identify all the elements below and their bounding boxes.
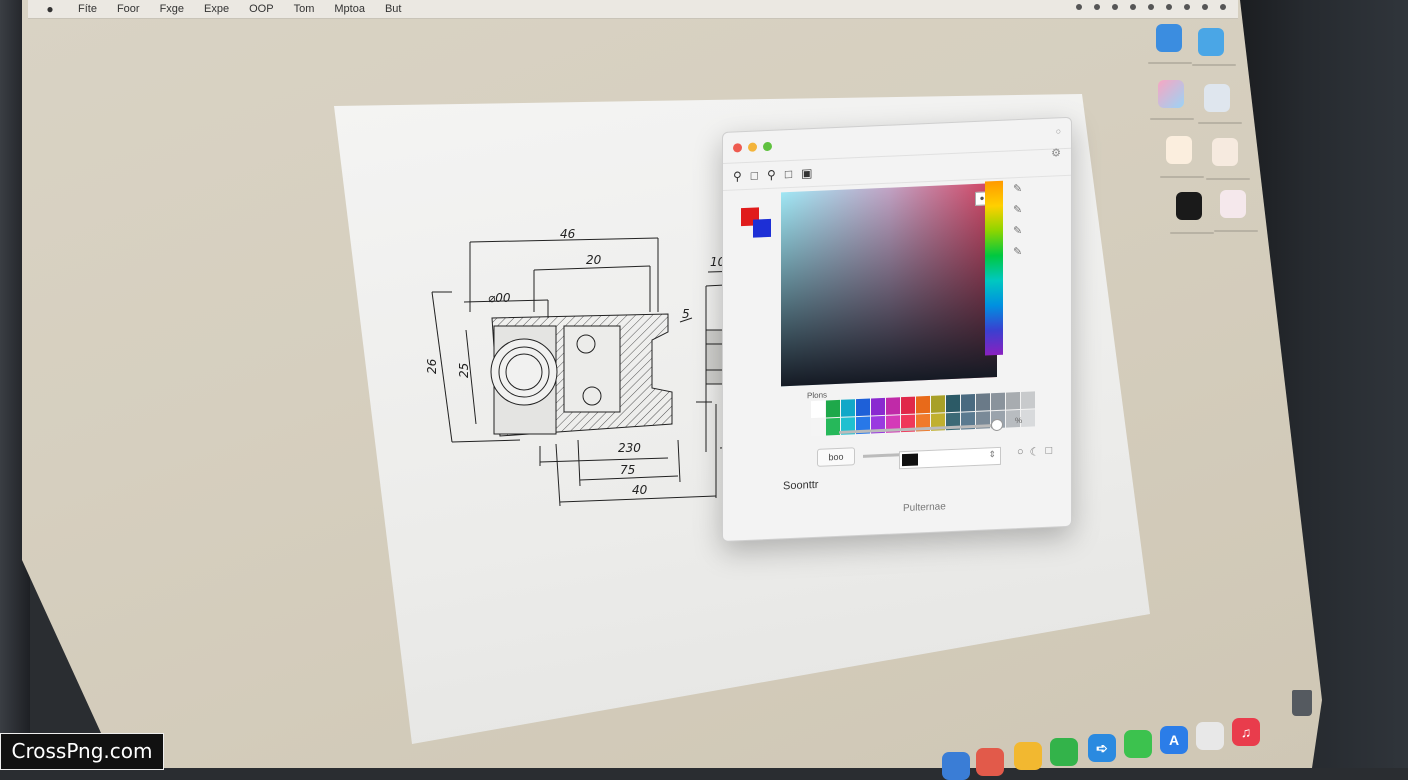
color-picker-window[interactable]: ○ ⚲ □ ⚲ □ ▣ ⚙ ● ✎ ✎ ✎ ✎ Plons % boo ⇕ ○ …: [722, 116, 1072, 542]
music-icon[interactable]: ♫: [1232, 718, 1260, 746]
color-swatch[interactable]: [976, 393, 990, 411]
color-swatch[interactable]: [991, 392, 1005, 411]
color-action-icons: ○ ☾ □: [1017, 445, 1052, 460]
desktop-icon-label: [1150, 118, 1194, 120]
app-icon[interactable]: [1050, 738, 1078, 766]
menu-item-help[interactable]: But: [385, 3, 402, 15]
watermark: CrossPng.com: [0, 733, 164, 770]
minimize-button[interactable]: [748, 141, 757, 152]
pencil-icon[interactable]: ✎: [1013, 182, 1022, 195]
terminal-desktop-icon[interactable]: [1176, 192, 1202, 220]
tool-icons-column: ✎ ✎ ✎ ✎: [1013, 182, 1022, 258]
menu-item-layer[interactable]: Expe: [204, 3, 229, 15]
menu-item-image[interactable]: Fxge: [160, 3, 184, 15]
marker-icon[interactable]: ✎: [1013, 245, 1022, 258]
desktop-icon-label: [1198, 122, 1242, 124]
status-icon[interactable]: [1094, 4, 1100, 10]
palette-label: Plons: [807, 390, 828, 401]
color-swatch[interactable]: [1006, 391, 1020, 410]
color-swatch[interactable]: [886, 397, 900, 415]
opacity-value-field[interactable]: boo: [817, 447, 855, 467]
menu-status-icons: [1076, 4, 1226, 10]
desktop-icon-label: [1160, 176, 1204, 178]
color-swatch[interactable]: [826, 417, 840, 436]
hue-slider[interactable]: [985, 180, 1003, 356]
color-swatch[interactable]: [811, 400, 825, 419]
square-select-icon[interactable]: □: [751, 168, 758, 182]
zoom-button[interactable]: [763, 141, 772, 151]
folder-desktop-icon[interactable]: [1198, 28, 1224, 56]
export-icon[interactable]: ▣: [801, 166, 812, 180]
color-value-field[interactable]: ⇕: [899, 446, 1001, 470]
status-icon[interactable]: [1202, 4, 1208, 10]
dock: ➪ A ♫: [928, 712, 1308, 780]
app-icon[interactable]: [976, 748, 1004, 776]
color-swatch[interactable]: [901, 396, 915, 415]
app-icon[interactable]: [942, 752, 970, 780]
circle-icon[interactable]: ○: [1017, 446, 1024, 459]
messages-icon[interactable]: [1124, 730, 1152, 758]
window-options-icon[interactable]: ○: [1056, 126, 1061, 136]
apple-menu-icon[interactable]: ●: [42, 2, 58, 16]
selected-color-chip: [902, 453, 918, 467]
color-swatch[interactable]: [1021, 409, 1035, 427]
footer-label: Pulternae: [903, 501, 946, 515]
stepper-arrows-icon[interactable]: ⇕: [988, 449, 996, 460]
menu-item-file[interactable]: Fíte: [78, 3, 97, 15]
background-color-swatch[interactable]: [753, 218, 771, 238]
desktop-icon-label: [1214, 230, 1258, 232]
safari-icon[interactable]: ➪: [1088, 734, 1116, 762]
desktop-icon-label: [1148, 62, 1192, 64]
photos-desktop-icon[interactable]: [1158, 80, 1184, 108]
opacity-slider-knob[interactable]: [991, 418, 1003, 432]
color-spectrum-field[interactable]: ●: [781, 182, 997, 387]
app-store-icon[interactable]: A: [1160, 726, 1188, 754]
image-desktop-icon[interactable]: [1220, 190, 1246, 218]
trash-icon[interactable]: [1292, 690, 1312, 716]
settings-gear-icon[interactable]: ⚙: [1051, 146, 1061, 159]
color-input-row: boo: [817, 445, 905, 467]
desktop-icon-label: [1206, 178, 1250, 180]
pen-icon[interactable]: ✎: [1013, 224, 1022, 237]
opacity-percent: %: [1015, 415, 1023, 426]
status-icon[interactable]: [1220, 4, 1226, 10]
desktop-icon-label: [1192, 64, 1236, 66]
status-icon[interactable]: [1112, 4, 1118, 10]
color-swatch[interactable]: [871, 397, 885, 416]
status-icon[interactable]: [1148, 4, 1154, 10]
lock-icon[interactable]: □: [1046, 445, 1053, 458]
brush-icon[interactable]: ✎: [1013, 203, 1022, 216]
moon-icon[interactable]: ☾: [1030, 445, 1040, 458]
color-swatch[interactable]: [946, 394, 960, 413]
status-icon[interactable]: [1166, 4, 1172, 10]
notes-desktop-icon[interactable]: [1166, 136, 1192, 164]
status-icon[interactable]: [1076, 4, 1082, 10]
color-swatch[interactable]: [841, 399, 855, 417]
color-swatch[interactable]: [931, 395, 945, 413]
menu-item-view[interactable]: Tom: [294, 3, 315, 15]
desktop-icon-label: [1170, 232, 1214, 234]
search-icon[interactable]: ⚲: [733, 169, 742, 183]
eyedropper-icon[interactable]: ⚲: [767, 168, 776, 182]
frame-icon[interactable]: □: [785, 167, 792, 181]
file-desktop-icon[interactable]: [1212, 138, 1238, 166]
color-swatch[interactable]: [1021, 391, 1035, 409]
menu-bar: ● Fíte Foor Fxge Expe OOP Tom Mptoa But: [28, 0, 1238, 19]
menu-item-window[interactable]: Mptoa: [334, 3, 365, 15]
color-swatch[interactable]: [826, 399, 840, 418]
document-desktop-icon[interactable]: [1204, 84, 1230, 112]
menu-item-object[interactable]: OOP: [249, 3, 273, 15]
close-button[interactable]: [733, 142, 742, 153]
launchpad-icon[interactable]: [1196, 722, 1224, 750]
status-icon[interactable]: [1130, 4, 1136, 10]
finder-desktop-icon[interactable]: [1156, 24, 1182, 52]
color-swatch[interactable]: [961, 393, 975, 412]
color-swatch[interactable]: [856, 398, 870, 417]
status-icon[interactable]: [1184, 4, 1190, 10]
color-swatch[interactable]: [916, 395, 930, 414]
color-swatch[interactable]: [811, 418, 825, 437]
color-name-label: Soonttr: [783, 478, 819, 493]
app-icon[interactable]: [1014, 742, 1042, 770]
menu-item-edit[interactable]: Foor: [117, 3, 140, 15]
